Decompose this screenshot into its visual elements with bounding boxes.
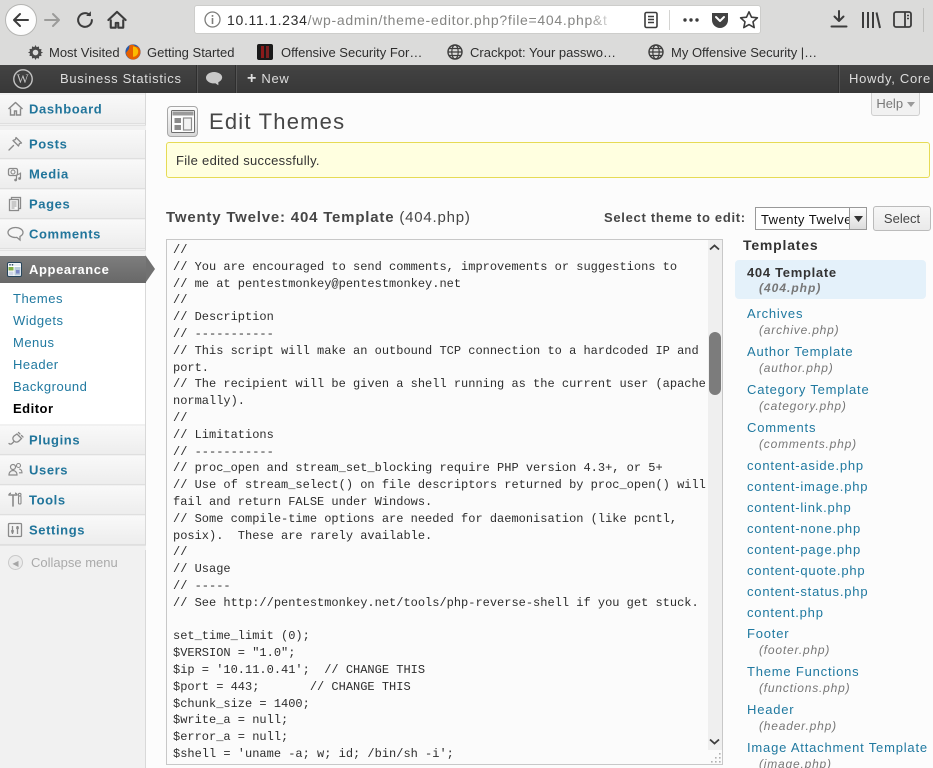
svg-text:W: W (17, 72, 30, 86)
